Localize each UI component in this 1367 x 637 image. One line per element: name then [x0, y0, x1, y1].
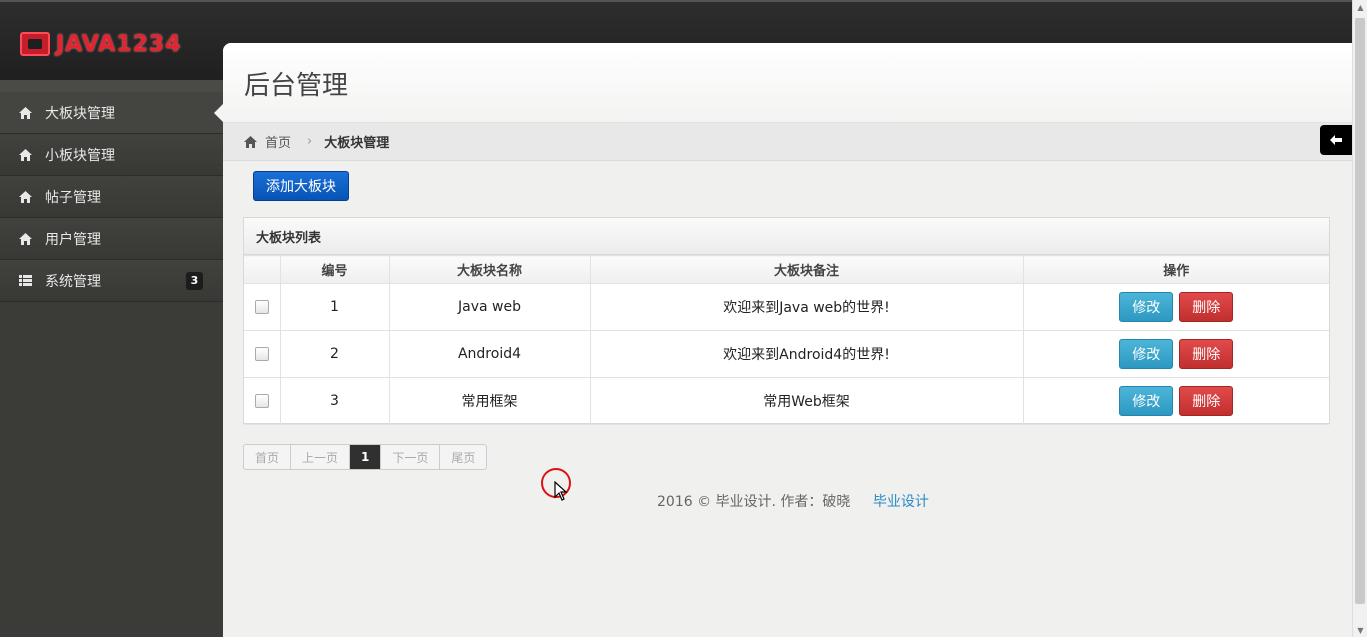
count-badge: 3	[186, 272, 203, 290]
edit-button[interactable]: 修改	[1119, 386, 1174, 416]
breadcrumb: 首页 › 大板块管理	[223, 123, 1352, 161]
table-header-row: 编号 大板块名称 大板块备注 操作	[244, 255, 1329, 284]
sidebar: 大板块管理 小板块管理 帖子管理 用户管理 系统管理 3	[0, 80, 223, 637]
scroll-thumb[interactable]	[1355, 18, 1365, 604]
table-row: 3 常用框架 常用Web框架 修改 删除	[244, 377, 1329, 425]
cell-id: 3	[279, 377, 390, 425]
pager-last[interactable]: 尾页	[440, 445, 486, 469]
board-table: 编号 大板块名称 大板块备注 操作 1 Java web 欢迎来到Java we…	[244, 255, 1329, 425]
row-checkbox[interactable]	[254, 300, 269, 314]
list-icon	[18, 274, 32, 288]
column-header-remark: 大板块备注	[589, 255, 1024, 284]
sidebar-item-label: 大板块管理	[45, 105, 115, 122]
home-icon	[18, 148, 32, 162]
sidebar-item-system-management[interactable]: 系统管理 3	[0, 260, 223, 302]
home-icon	[244, 135, 257, 148]
sidebar-item-board-management[interactable]: 大板块管理	[0, 92, 223, 134]
table-row: 2 Android4 欢迎来到Android4的世界! 修改 删除	[244, 330, 1329, 378]
sidebar-item-label: 帖子管理	[45, 189, 101, 206]
pager-next[interactable]: 下一页	[381, 445, 441, 469]
table-row: 1 Java web 欢迎来到Java web的世界! 修改 删除	[244, 283, 1329, 331]
cell-remark: 欢迎来到Android4的世界!	[589, 330, 1024, 378]
footer: 2016 © 毕业设计. 作者：破晓 毕业设计	[657, 491, 929, 511]
panel-title: 大板块列表	[244, 218, 1329, 255]
sidebar-item-post-management[interactable]: 帖子管理	[0, 176, 223, 218]
home-icon	[18, 106, 32, 120]
cell-actions: 修改 删除	[1022, 283, 1329, 331]
main-content: 后台管理 首页 › 大板块管理 添加大板块 大板块列表 编号 大板块名称 大板块…	[223, 43, 1352, 637]
collapse-sidebar-button[interactable]	[1320, 125, 1352, 155]
pager-first[interactable]: 首页	[244, 445, 292, 469]
breadcrumb-current: 大板块管理	[324, 136, 390, 151]
vertical-scrollbar[interactable]: ▲ ▼	[1352, 0, 1367, 637]
scroll-up-icon[interactable]: ▲	[1353, 0, 1367, 14]
sidebar-item-label: 系统管理	[45, 273, 101, 290]
brand-logo[interactable]: JAVA1234	[20, 30, 182, 58]
pagination: 首页 上一页 1 下一页 尾页	[243, 444, 488, 470]
mouse-cursor-icon	[554, 481, 568, 501]
logo-text: JAVA1234	[56, 31, 182, 57]
breadcrumb-home-link[interactable]: 首页	[265, 132, 291, 151]
add-board-button[interactable]: 添加大板块	[253, 171, 349, 201]
board-list-panel: 大板块列表 编号 大板块名称 大板块备注 操作 1 Java web 欢迎来到J…	[243, 217, 1330, 425]
arrow-left-icon	[1330, 135, 1342, 145]
delete-button[interactable]: 删除	[1179, 339, 1234, 369]
row-checkbox[interactable]	[254, 394, 269, 408]
cell-actions: 修改 删除	[1022, 377, 1329, 425]
cell-id: 1	[279, 283, 390, 331]
sidebar-item-user-management[interactable]: 用户管理	[0, 218, 223, 260]
cell-name: 常用框架	[388, 377, 591, 425]
delete-button[interactable]: 删除	[1179, 386, 1234, 416]
cell-name: Java web	[388, 283, 591, 331]
edit-button[interactable]: 修改	[1119, 292, 1174, 322]
column-header-actions: 操作	[1022, 255, 1329, 284]
pager-prev[interactable]: 上一页	[291, 445, 351, 469]
footer-text: 2016 © 毕业设计. 作者：破晓	[657, 494, 851, 510]
sidebar-item-label: 用户管理	[45, 231, 101, 248]
column-header-id: 编号	[279, 255, 390, 284]
home-icon	[18, 190, 32, 204]
delete-button[interactable]: 删除	[1179, 292, 1234, 322]
pager-current-page[interactable]: 1	[350, 445, 382, 469]
row-checkbox[interactable]	[254, 347, 269, 361]
sidebar-item-subboard-management[interactable]: 小板块管理	[0, 134, 223, 176]
logo-icon	[20, 32, 50, 56]
scroll-down-icon[interactable]: ▼	[1353, 623, 1367, 637]
page-title: 后台管理	[244, 71, 349, 101]
cell-id: 2	[279, 330, 390, 378]
chevron-right-icon: ›	[307, 134, 313, 149]
page-header: 后台管理	[223, 43, 1352, 123]
cell-remark: 欢迎来到Java web的世界!	[589, 283, 1024, 331]
edit-button[interactable]: 修改	[1119, 339, 1174, 369]
sidebar-item-label: 小板块管理	[45, 147, 115, 164]
footer-link[interactable]: 毕业设计	[873, 494, 929, 510]
cell-name: Android4	[388, 330, 591, 378]
cell-actions: 修改 删除	[1022, 330, 1329, 378]
header-checkbox-cell	[244, 255, 281, 284]
column-header-name: 大板块名称	[388, 255, 591, 284]
cell-remark: 常用Web框架	[589, 377, 1024, 425]
home-icon	[18, 232, 32, 246]
